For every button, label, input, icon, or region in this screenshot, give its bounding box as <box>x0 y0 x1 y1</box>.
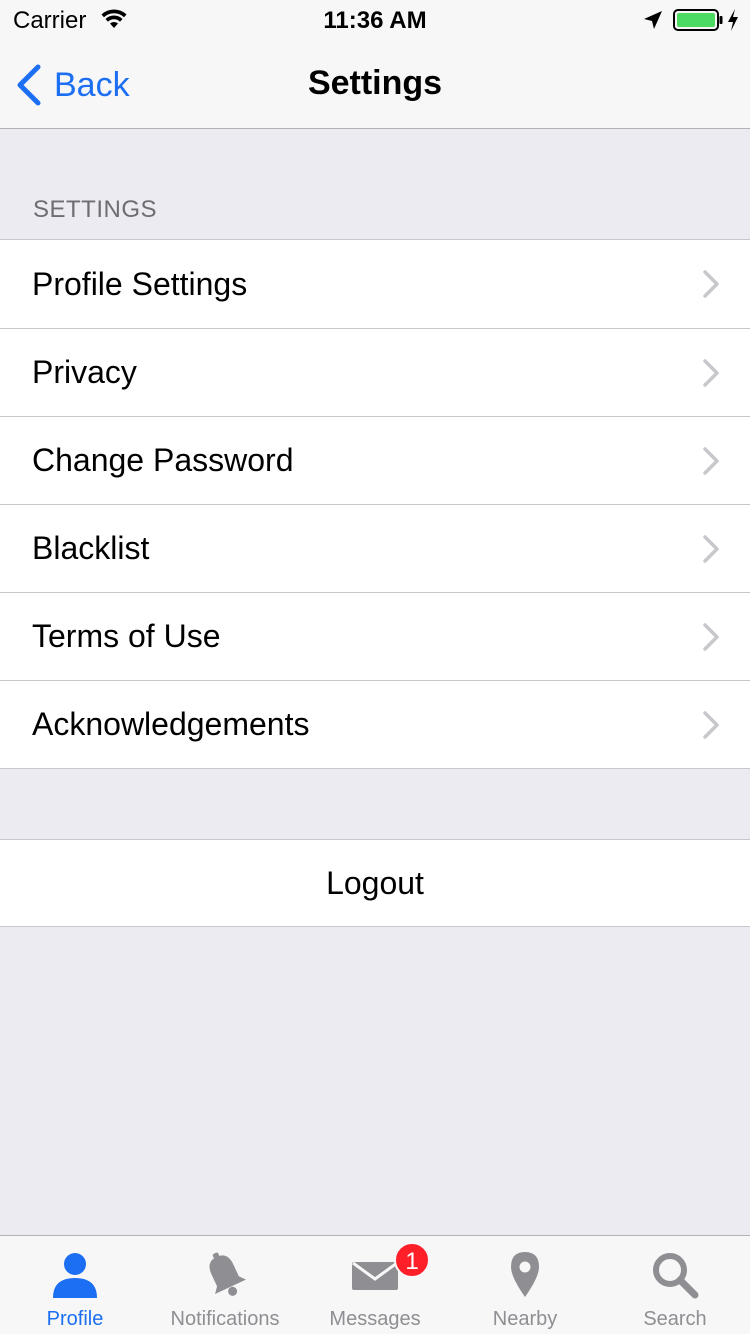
settings-row-profile-settings[interactable]: Profile Settings <box>0 240 750 328</box>
tab-label: Profile <box>46 1308 104 1330</box>
tab-notifications[interactable]: Notifications <box>150 1236 300 1334</box>
row-label: Privacy <box>32 354 137 390</box>
section-header: SETTINGS <box>33 196 158 223</box>
tab-messages[interactable]: 1 Messages <box>300 1236 450 1334</box>
chevron-right-icon <box>703 447 719 475</box>
row-label: Terms of Use <box>32 618 221 654</box>
location-arrow-icon <box>644 11 662 29</box>
tab-label: Messages <box>329 1308 421 1330</box>
settings-list: Profile Settings Privacy Change Password… <box>0 239 750 769</box>
settings-row-blacklist[interactable]: Blacklist <box>0 504 750 592</box>
tab-label: Nearby <box>492 1308 558 1330</box>
row-label: Blacklist <box>32 530 150 566</box>
settings-row-change-password[interactable]: Change Password <box>0 416 750 504</box>
row-label: Change Password <box>32 442 294 478</box>
tab-nearby[interactable]: Nearby <box>450 1236 600 1334</box>
tab-label: Notifications <box>170 1308 280 1330</box>
status-time: 11:36 AM <box>323 7 427 34</box>
battery-icon <box>673 9 723 31</box>
chevron-right-icon <box>703 535 719 563</box>
logout-label: Logout <box>326 864 424 901</box>
bell-icon <box>209 1252 246 1296</box>
chevron-right-icon <box>703 623 719 651</box>
settings-row-acknowledgements[interactable]: Acknowledgements <box>0 680 750 768</box>
status-bar: Carrier 11:36 AM <box>0 0 750 40</box>
tab-bar: Profile Notifications 1 Messages Nearby … <box>0 1235 750 1334</box>
page-title: Settings <box>307 64 443 102</box>
chevron-right-icon <box>703 359 719 387</box>
row-label: Acknowledgements <box>32 706 310 742</box>
person-icon <box>53 1253 97 1298</box>
settings-row-privacy[interactable]: Privacy <box>0 328 750 416</box>
tab-search[interactable]: Search <box>600 1236 750 1334</box>
unread-badge: 1 <box>394 1242 430 1278</box>
map-pin-icon <box>511 1252 539 1297</box>
chevron-right-icon <box>703 270 719 298</box>
settings-screen: Carrier 11:36 AM Back Settings SETTINGS … <box>0 0 750 1334</box>
row-label: Profile Settings <box>32 265 248 302</box>
envelope-icon <box>352 1261 398 1290</box>
tab-profile[interactable]: Profile <box>0 1236 150 1334</box>
chevron-right-icon <box>703 711 719 739</box>
magnifier-icon <box>653 1253 699 1299</box>
logout-button[interactable]: Logout <box>0 839 750 927</box>
navigation-bar: Back Settings <box>0 40 750 128</box>
top-bar: Carrier 11:36 AM Back Settings <box>0 0 750 129</box>
charging-bolt-icon <box>728 9 738 31</box>
settings-row-terms-of-use[interactable]: Terms of Use <box>0 592 750 680</box>
tab-label: Search <box>643 1308 707 1330</box>
